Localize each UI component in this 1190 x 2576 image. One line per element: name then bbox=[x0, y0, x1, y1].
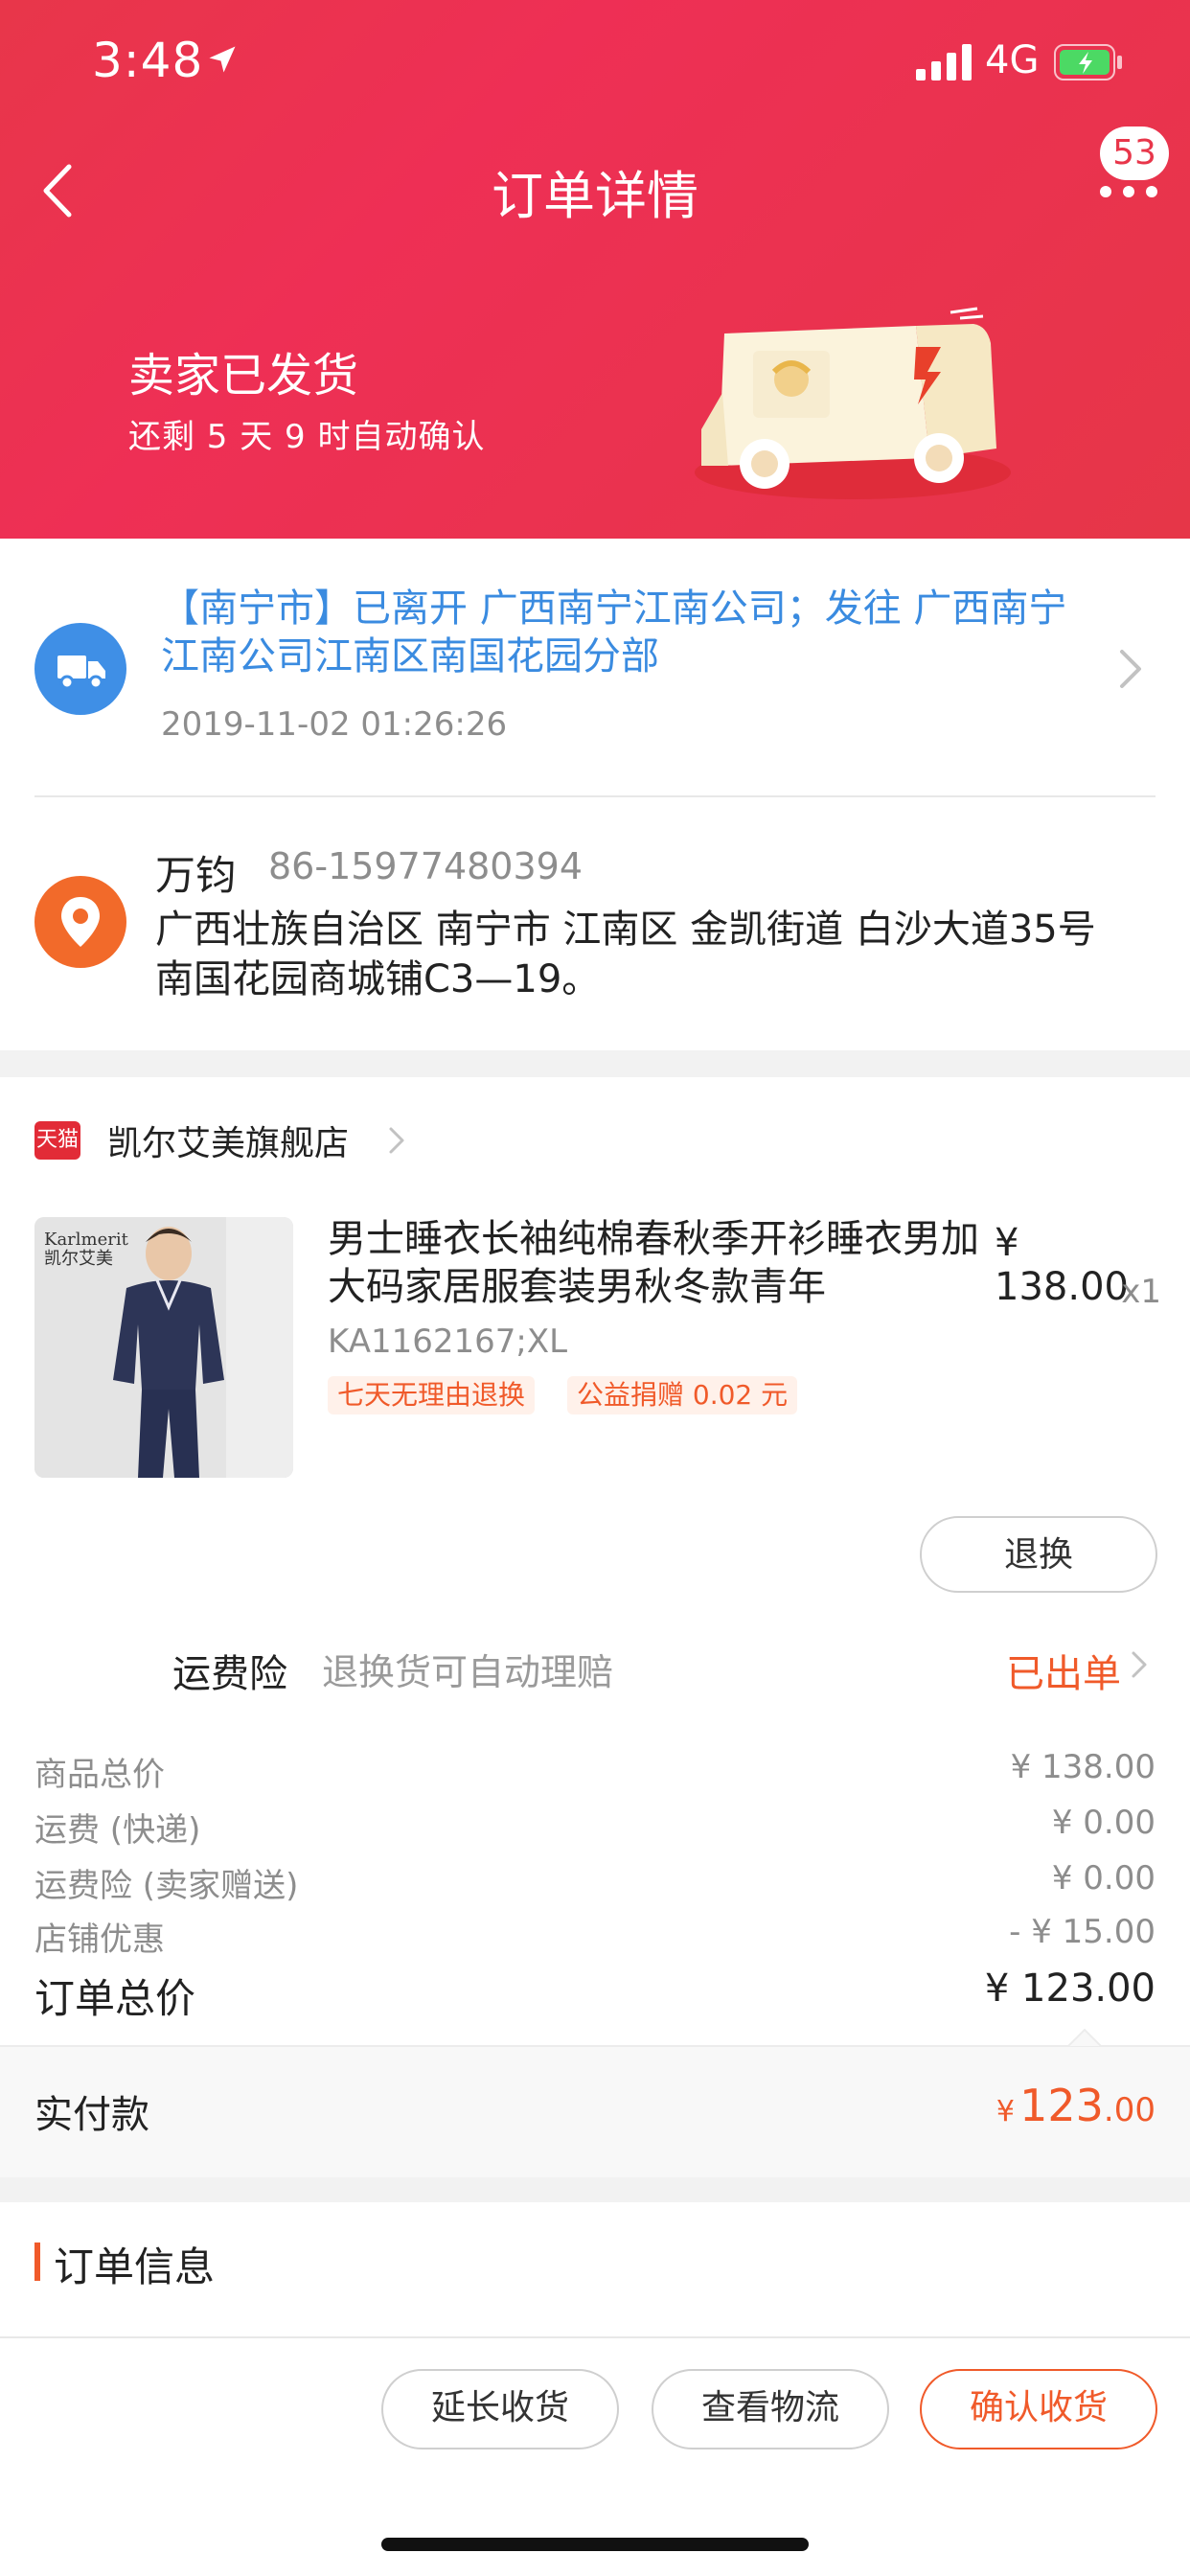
location-arrow-icon bbox=[209, 46, 236, 73]
latest-logistics-message[interactable]: 【南宁市】已离开 广西南宁江南公司；发往 广西南宁江南公司江南区南国花园分部 bbox=[161, 585, 1100, 680]
return-policy-tag: 七天无理由退换 bbox=[328, 1376, 536, 1414]
confirm-receipt-button[interactable]: 确认收货 bbox=[920, 2369, 1157, 2450]
section-accent-bar bbox=[34, 2242, 40, 2281]
more-icon[interactable] bbox=[1092, 169, 1169, 207]
tmall-logo-icon: 天猫 bbox=[34, 1121, 80, 1160]
home-indicator[interactable] bbox=[381, 2538, 809, 2551]
amount-paid-value: ¥ 123.00 bbox=[996, 2080, 1156, 2131]
fee-value-discount: - ¥ 15.00 bbox=[1009, 1913, 1156, 1951]
fee-label-insurance: 运费险 (卖家赠送) bbox=[34, 1867, 299, 1905]
shipping-status-title: 卖家已发货 bbox=[128, 349, 359, 402]
amount-paid-label: 实付款 bbox=[34, 2093, 149, 2137]
status-bar-time: 3:48 bbox=[92, 33, 204, 88]
caret-up-icon bbox=[1067, 2028, 1102, 2047]
recipient-phone: 86-15977480394 bbox=[268, 845, 584, 887]
truck-icon bbox=[57, 656, 105, 690]
logistics-entry[interactable] bbox=[34, 623, 126, 715]
chevron-right-icon[interactable] bbox=[387, 1125, 406, 1156]
address-marker bbox=[34, 876, 126, 968]
amount-integer: 123 bbox=[1019, 2080, 1104, 2131]
fee-value-subtotal: ¥ 138.00 bbox=[1010, 1748, 1156, 1786]
shop-name[interactable]: 凯尔艾美旗舰店 bbox=[107, 1116, 349, 1165]
extend-receipt-button[interactable]: 延长收货 bbox=[381, 2369, 619, 2450]
battery-icon bbox=[1054, 44, 1122, 80]
view-logistics-button[interactable]: 查看物流 bbox=[652, 2369, 889, 2450]
shipping-insurance-label: 运费险 bbox=[172, 1652, 287, 1696]
chevron-right-icon[interactable] bbox=[1117, 648, 1144, 690]
signal-icon bbox=[916, 44, 972, 80]
brand-name-en: Karlmerit bbox=[44, 1230, 128, 1250]
recipient-name: 万钧 bbox=[155, 852, 237, 899]
shipping-insurance-status[interactable]: 已出单 bbox=[1006, 1643, 1121, 1698]
product-sku: KA1162167;XL bbox=[328, 1322, 568, 1361]
chevron-right-icon[interactable] bbox=[1131, 1650, 1148, 1679]
order-total-label: 订单总价 bbox=[34, 1975, 196, 2022]
shipping-insurance-desc: 退换货可自动理赔 bbox=[322, 1651, 614, 1693]
refund-button[interactable]: 退换 bbox=[920, 1516, 1157, 1593]
fee-value-shipping: ¥ 0.00 bbox=[1051, 1804, 1156, 1842]
auto-confirm-countdown: 还剩 5 天 9 时自动确认 bbox=[128, 418, 486, 456]
divider bbox=[34, 795, 1156, 797]
order-info-title: 订单信息 bbox=[54, 2243, 216, 2290]
product-title[interactable]: 男士睡衣长袖纯棉春秋季开衫睡衣男加大码家居服套装男秋冬款青年 bbox=[328, 1215, 979, 1311]
fee-label-discount: 店铺优惠 bbox=[34, 1920, 165, 1959]
network-type: 4G bbox=[985, 38, 1040, 82]
fee-value-insurance: ¥ 0.00 bbox=[1051, 1859, 1156, 1898]
product-quantity: x1 bbox=[1121, 1273, 1161, 1311]
order-total-value: ¥ 123.00 bbox=[984, 1966, 1156, 2011]
charity-tag: 公益捐赠 0.02 元 bbox=[567, 1376, 798, 1414]
logistics-timestamp: 2019-11-02 01:26:26 bbox=[161, 705, 508, 744]
fee-label-subtotal: 商品总价 bbox=[34, 1756, 165, 1794]
fee-label-shipping: 运费 (快递) bbox=[34, 1811, 201, 1850]
page-title: 订单详情 bbox=[492, 166, 698, 226]
amount-decimal: .00 bbox=[1103, 2091, 1156, 2129]
delivery-truck-illustration bbox=[695, 307, 1011, 499]
location-pin-icon bbox=[61, 897, 100, 947]
currency-symbol: ¥ bbox=[995, 2095, 1016, 2128]
brand-name-cn: 凯尔艾美 bbox=[44, 1249, 113, 1269]
recipient-address: 广西壮族自治区 南宁市 江南区 金凯街道 白沙大道35号南国花园商城铺C3—19… bbox=[155, 908, 1096, 1001]
product-brand-mark: Karlmerit 凯尔艾美 bbox=[44, 1230, 128, 1269]
